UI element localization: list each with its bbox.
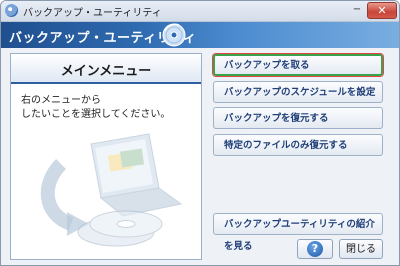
backup-laptop-illustration bbox=[40, 133, 183, 247]
view-intro-button[interactable]: バックアップユーティリティの紹介を見る bbox=[213, 213, 383, 252]
instruction-line-2: したいことを選択してください。 bbox=[21, 109, 171, 120]
close-button[interactable]: 閉じる bbox=[339, 239, 383, 259]
restore-backup-button[interactable]: バックアップを復元する bbox=[213, 107, 383, 129]
instruction-text: 右のメニューから したいことを選択してください。 bbox=[21, 94, 170, 122]
window-close-button[interactable]: ✕ bbox=[367, 2, 397, 19]
restore-specific-files-button[interactable]: 特定のファイルのみ復元する bbox=[213, 134, 383, 156]
minimize-button[interactable]: − bbox=[350, 3, 364, 16]
banner-disc-icon bbox=[162, 23, 186, 47]
menu-header: メインメニュー bbox=[11, 54, 201, 84]
help-icon: ? bbox=[307, 241, 323, 257]
help-button[interactable]: ? bbox=[297, 239, 333, 259]
title-bar[interactable]: バックアップ・ユーティリティ − ✕ bbox=[1, 1, 399, 22]
app-banner: バックアップ・ユーティリティ bbox=[1, 22, 399, 48]
instruction-line-1: 右のメニューから bbox=[21, 95, 101, 106]
window-title: バックアップ・ユーティリティ bbox=[23, 8, 162, 19]
schedule-backup-button[interactable]: バックアップのスケジュールを設定する bbox=[213, 81, 383, 120]
app-window: バックアップ・ユーティリティ − ✕ バックアップ・ユーティリティ メインメニュ… bbox=[0, 0, 400, 266]
app-disc-icon bbox=[5, 4, 18, 17]
take-backup-button[interactable]: バックアップを取る bbox=[213, 54, 383, 76]
main-menu-panel: メインメニュー 右のメニューから したいことを選択してください。 bbox=[10, 53, 202, 260]
menu-title: メインメニュー bbox=[60, 64, 152, 79]
